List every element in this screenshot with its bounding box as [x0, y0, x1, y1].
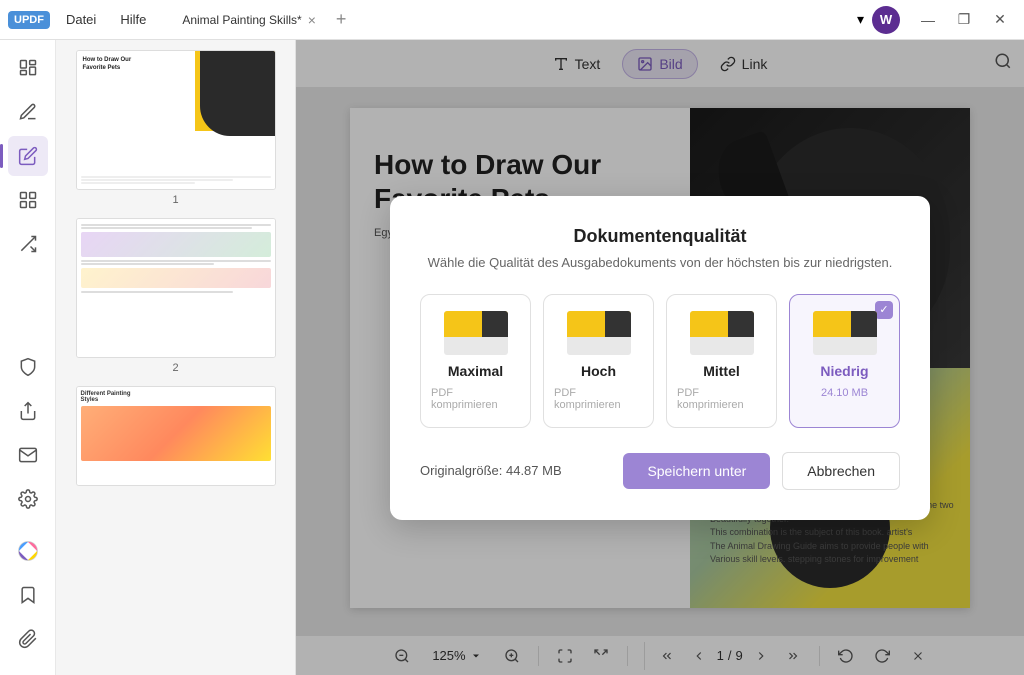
- sidebar-icon-share[interactable]: [8, 391, 48, 431]
- thumb-img-3: Different PaintingStyles: [76, 386, 276, 486]
- dropdown-btn[interactable]: ▾: [857, 11, 864, 28]
- quality-card-niedrig[interactable]: ✓ Niedrig 24.10 MB: [789, 294, 900, 428]
- quality-card-maximal[interactable]: Maximal PDF komprimieren: [420, 294, 531, 428]
- active-tab[interactable]: Animal Painting Skills* ×: [170, 8, 328, 32]
- minimize-btn[interactable]: —: [912, 6, 944, 34]
- quality-thumb-hoch: [567, 311, 631, 355]
- sidebar-icon-view[interactable]: [8, 48, 48, 88]
- thumbnail-panel: How to Draw OurFavorite Pets 1: [56, 40, 296, 675]
- sidebar-icon-organize[interactable]: [8, 180, 48, 220]
- quality-label-hoch: Hoch: [581, 363, 616, 379]
- modal-subtitle: Wähle die Qualität des Ausgabedokuments …: [420, 255, 900, 270]
- modal-overlay: Dokumentenqualität Wähle die Qualität de…: [296, 40, 1024, 675]
- modal-title: Dokumentenqualität: [420, 226, 900, 247]
- original-size-label: Originalgröße: 44.87 MB: [420, 463, 562, 478]
- menu-datei[interactable]: Datei: [62, 10, 100, 29]
- thumb-page-num-1: 1: [172, 194, 178, 206]
- tab-close-btn[interactable]: ×: [308, 13, 316, 27]
- sidebar-icon-convert[interactable]: [8, 224, 48, 264]
- content-area: Text Bild Link: [296, 40, 1024, 675]
- quality-modal: Dokumentenqualität Wähle die Qualität de…: [390, 196, 930, 520]
- user-avatar: W: [872, 6, 900, 34]
- quality-sublabel-hoch: PDF komprimieren: [554, 387, 643, 411]
- titlebar-menu: Datei Hilfe: [62, 10, 150, 29]
- quality-label-mittel: Mittel: [703, 363, 740, 379]
- sidebar-bottom: [8, 347, 48, 667]
- modal-footer: Originalgröße: 44.87 MB Speichern unter …: [420, 452, 900, 490]
- quality-thumb-mittel: [690, 311, 754, 355]
- sidebar-icon-color[interactable]: [8, 531, 48, 571]
- titlebar: UPDF Datei Hilfe Animal Painting Skills*…: [0, 0, 1024, 40]
- thumb-img-1: How to Draw OurFavorite Pets: [76, 50, 276, 190]
- quality-options: Maximal PDF komprimieren Hoch PDF kompri…: [420, 294, 900, 428]
- sidebar-icon-edit[interactable]: [8, 136, 48, 176]
- cancel-btn[interactable]: Abbrechen: [782, 452, 900, 490]
- menu-hilfe[interactable]: Hilfe: [116, 10, 150, 29]
- quality-sublabel-mittel: PDF komprimieren: [677, 387, 766, 411]
- sidebar-icon-bookmark[interactable]: [8, 575, 48, 615]
- quality-thumb-maximal: [444, 311, 508, 355]
- thumbnail-page-3[interactable]: Different PaintingStyles: [66, 386, 285, 486]
- sidebar-icon-tools[interactable]: [8, 479, 48, 519]
- quality-thumb-niedrig: [813, 311, 877, 355]
- quality-check-icon: ✓: [875, 301, 893, 319]
- titlebar-controls: ▾ W — ❐ ✕: [857, 6, 1016, 34]
- tab-area: Animal Painting Skills* × +: [170, 8, 857, 32]
- close-btn[interactable]: ✕: [984, 6, 1016, 34]
- sidebar-left: [0, 40, 56, 675]
- thumb-page-num-2: 2: [172, 362, 178, 374]
- sidebar-icon-protect[interactable]: [8, 347, 48, 387]
- quality-label-niedrig: Niedrig: [820, 363, 868, 379]
- quality-label-maximal: Maximal: [448, 363, 503, 379]
- maximize-btn[interactable]: ❐: [948, 6, 980, 34]
- main-layout: How to Draw OurFavorite Pets 1: [0, 40, 1024, 675]
- tab-title: Animal Painting Skills*: [182, 13, 301, 27]
- save-btn[interactable]: Speichern unter: [623, 453, 770, 489]
- sidebar-icon-attach[interactable]: [8, 619, 48, 659]
- thumbnail-page-1[interactable]: How to Draw OurFavorite Pets 1: [66, 50, 285, 206]
- add-tab-btn[interactable]: +: [336, 9, 347, 30]
- sidebar-icon-mail[interactable]: [8, 435, 48, 475]
- sidebar-icon-annotate[interactable]: [8, 92, 48, 132]
- quality-sublabel-maximal: PDF komprimieren: [431, 387, 520, 411]
- updf-logo: UPDF: [8, 11, 50, 29]
- quality-card-hoch[interactable]: Hoch PDF komprimieren: [543, 294, 654, 428]
- thumb-img-2: [76, 218, 276, 358]
- quality-size-niedrig: 24.10 MB: [821, 387, 868, 399]
- thumbnail-page-2[interactable]: 2: [66, 218, 285, 374]
- quality-card-mittel[interactable]: Mittel PDF komprimieren: [666, 294, 777, 428]
